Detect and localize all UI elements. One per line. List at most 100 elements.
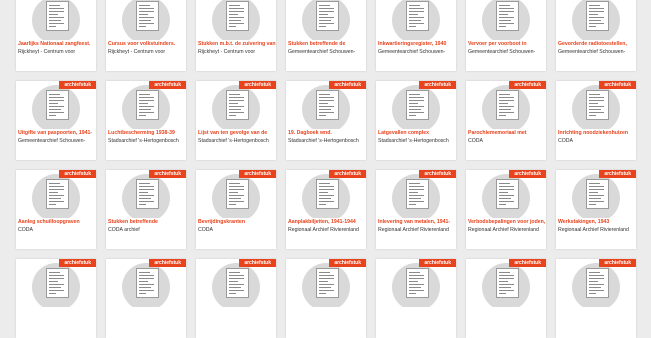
- card-title[interactable]: Gevorderde radiotoestellen,: [558, 41, 636, 48]
- archiefstuk-badge: archiefstuk: [149, 259, 186, 267]
- archive-card[interactable]: archiefstuk: [556, 259, 636, 338]
- card-title[interactable]: Uitgifte van paspoorten, 1941-: [18, 130, 96, 137]
- archiefstuk-badge: archiefstuk: [329, 170, 366, 178]
- archive-card[interactable]: archiefstuk Luchtbescherming 1938-39 Stads…: [106, 81, 186, 160]
- document-icon: [46, 268, 69, 298]
- document-icon: [46, 1, 69, 31]
- archive-card[interactable]: archiefstuk Verbodsbepalingen voor joden,…: [466, 170, 546, 249]
- card-source: Stadsarchief 's-Hertogenbosch: [108, 138, 179, 144]
- archive-card[interactable]: archiefstuk Aanleg schuilloopgraven CODA: [16, 170, 96, 249]
- card-title[interactable]: Aanleg schuilloopgraven: [18, 219, 96, 226]
- card-title[interactable]: 19. Dagboek wnd.: [288, 130, 366, 137]
- document-thumbnail: [556, 0, 636, 40]
- archive-card[interactable]: archiefstuk: [106, 259, 186, 338]
- card-source: CODA: [558, 138, 573, 144]
- card-source: CODA: [18, 227, 33, 233]
- card-source: Stadsarchief 's-Hertogenbosch: [288, 138, 359, 144]
- archive-card[interactable]: Inkwartieringsregister, 1940 Gemeentearch…: [376, 0, 456, 71]
- archive-card[interactable]: archiefstuk 19. Dagboek wnd. Stadsarchief …: [286, 81, 366, 160]
- document-icon: [406, 179, 429, 209]
- archive-card[interactable]: archiefstuk: [376, 259, 456, 338]
- card-title[interactable]: Jaarlijks Nationaal zangfeest.: [18, 41, 96, 48]
- archive-card[interactable]: archiefstuk: [466, 259, 546, 338]
- document-icon: [136, 1, 159, 31]
- document-icon: [316, 1, 339, 31]
- card-title[interactable]: Verbodsbepalingen voor joden,: [468, 219, 546, 226]
- document-icon: [586, 179, 609, 209]
- document-icon: [406, 1, 429, 31]
- card-source: Stadsarchief 's-Hertogenbosch: [378, 138, 449, 144]
- archive-card[interactable]: Stukken m.b.t. de zuivering van Rijckheyt…: [196, 0, 276, 71]
- archiefstuk-badge: archiefstuk: [239, 259, 276, 267]
- archive-card[interactable]: archiefstuk Latgevallen complex Stadsarchi…: [376, 81, 456, 160]
- card-title[interactable]: Lijst van ten gevolge van de: [198, 130, 276, 137]
- archive-card[interactable]: Gevorderde radiotoestellen, Gemeentearchi…: [556, 0, 636, 71]
- card-title[interactable]: Stukken betreffende de: [288, 41, 366, 48]
- card-title[interactable]: Bevrijdingskranten: [198, 219, 276, 226]
- archive-card[interactable]: archiefstuk Inlevering van metalen, 1941-…: [376, 170, 456, 249]
- document-thumbnail: [106, 0, 186, 40]
- card-source: Gemeentearchief Schouwen-: [288, 49, 356, 55]
- document-icon: [226, 90, 249, 120]
- card-source: Gemeentearchief Schouwen-: [18, 138, 86, 144]
- results-row: archiefstuk Aanleg schuilloopgraven CODA ar…: [16, 170, 636, 249]
- archiefstuk-badge: archiefstuk: [509, 259, 546, 267]
- document-icon: [496, 90, 519, 120]
- card-title[interactable]: Vervoer per voorboot in: [468, 41, 546, 48]
- document-thumbnail: [16, 0, 96, 40]
- archive-card[interactable]: Cursus voor volkstuinders. Rijckheyt - Ce…: [106, 0, 186, 71]
- card-source: Rijckheyt - Centrum voor: [108, 49, 166, 55]
- card-source: Regionaal Archief Rivierenland: [558, 227, 629, 233]
- results-row: archiefstuk Uitgifte van paspoorten, 1941…: [16, 81, 636, 160]
- archiefstuk-badge: archiefstuk: [329, 81, 366, 89]
- card-title[interactable]: Luchtbescherming 1938-39: [108, 130, 186, 137]
- document-icon: [136, 90, 159, 120]
- card-title[interactable]: Aanplakbiljetten, 1941-1944: [288, 219, 366, 226]
- card-title[interactable]: Werkstakingen, 1943: [558, 219, 636, 226]
- archive-card[interactable]: archiefstuk Parochiememoriaal met CODA: [466, 81, 546, 160]
- archive-card[interactable]: archiefstuk Lijst van ten gevolge van de S…: [196, 81, 276, 160]
- card-source: CODA: [468, 138, 483, 144]
- archiefstuk-badge: archiefstuk: [509, 170, 546, 178]
- document-icon: [586, 90, 609, 120]
- archiefstuk-badge: archiefstuk: [59, 170, 96, 178]
- document-icon: [136, 179, 159, 209]
- document-icon: [496, 268, 519, 298]
- archive-card[interactable]: Vervoer per voorboot in Gemeentearchief S…: [466, 0, 546, 71]
- card-title[interactable]: Stukken betreffende: [108, 219, 186, 226]
- card-title[interactable]: Latgevallen complex: [378, 130, 456, 137]
- card-source: Stadsarchief 's-Hertogenbosch: [198, 138, 269, 144]
- archiefstuk-badge: archiefstuk: [599, 81, 636, 89]
- card-title[interactable]: Stukken m.b.t. de zuivering van: [198, 41, 276, 48]
- archiefstuk-badge: archiefstuk: [329, 259, 366, 267]
- document-icon: [46, 179, 69, 209]
- card-source: Regionaal Archief Rivierenland: [468, 227, 539, 233]
- archive-card[interactable]: Jaarlijks Nationaal zangfeest. Rijckheyt …: [16, 0, 96, 71]
- document-icon: [586, 268, 609, 298]
- archive-card[interactable]: archiefstuk Aanplakbiljetten, 1941-1944 Re…: [286, 170, 366, 249]
- archive-card[interactable]: archiefstuk Bevrijdingskranten CODA: [196, 170, 276, 249]
- archiefstuk-badge: archiefstuk: [599, 170, 636, 178]
- archive-card[interactable]: archiefstuk Werkstakingen, 1943 Regionaal …: [556, 170, 636, 249]
- archiefstuk-badge: archiefstuk: [239, 81, 276, 89]
- card-title[interactable]: Cursus voor volkstuinders.: [108, 41, 186, 48]
- card-source: Gemeentearchief Schouwen-: [468, 49, 536, 55]
- card-title[interactable]: Inrichting noodziekenhuizen: [558, 130, 636, 137]
- archive-card[interactable]: archiefstuk Stukken betreffende CODA archi…: [106, 170, 186, 249]
- document-icon: [136, 268, 159, 298]
- archive-card[interactable]: archiefstuk Uitgifte van paspoorten, 1941…: [16, 81, 96, 160]
- document-icon: [496, 179, 519, 209]
- card-title[interactable]: Parochiememoriaal met: [468, 130, 546, 137]
- card-source: Gemeentearchief Schouwen-: [558, 49, 626, 55]
- archive-card[interactable]: Stukken betreffende de Gemeentearchief Sc…: [286, 0, 366, 71]
- card-title[interactable]: Inkwartieringsregister, 1940: [378, 41, 456, 48]
- card-title[interactable]: Inlevering van metalen, 1941-: [378, 219, 456, 226]
- archive-card[interactable]: archiefstuk: [196, 259, 276, 338]
- archive-card[interactable]: archiefstuk: [286, 259, 366, 338]
- document-thumbnail: [286, 0, 366, 40]
- archive-card[interactable]: archiefstuk Inrichting noodziekenhuizen CO…: [556, 81, 636, 160]
- archive-card[interactable]: archiefstuk: [16, 259, 96, 338]
- archiefstuk-badge: archiefstuk: [239, 170, 276, 178]
- document-icon: [316, 268, 339, 298]
- archiefstuk-badge: archiefstuk: [509, 81, 546, 89]
